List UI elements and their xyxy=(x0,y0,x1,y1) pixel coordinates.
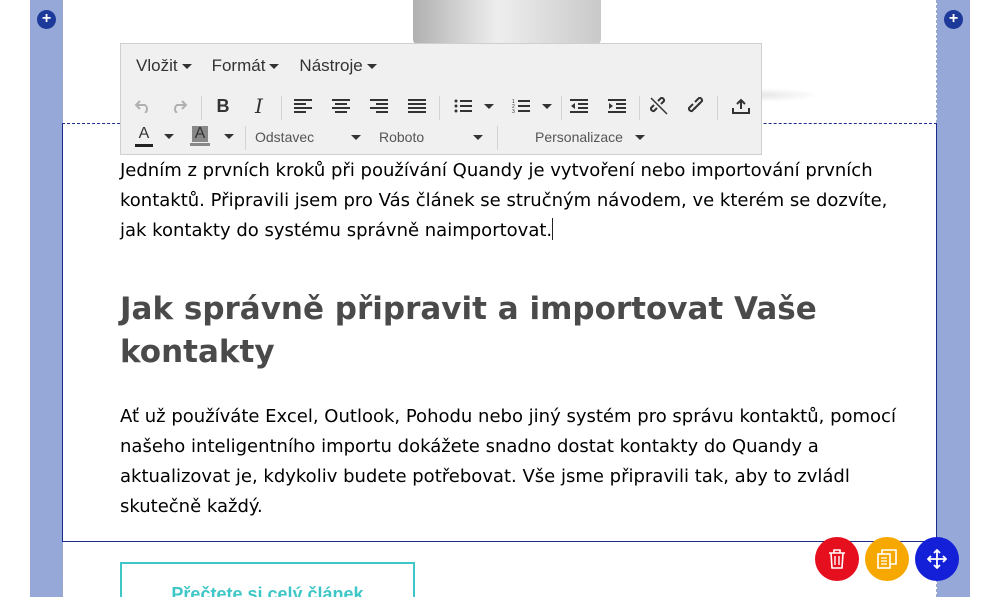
toolbar-divider xyxy=(639,96,640,120)
menu-insert[interactable]: Vložit xyxy=(129,56,199,76)
numbered-list-icon[interactable]: 123 xyxy=(507,92,535,120)
menu-format[interactable]: Formát xyxy=(205,56,287,76)
block-format-value: Odstavec xyxy=(255,129,315,145)
toolbar-divider xyxy=(281,96,282,120)
bullet-list-icon[interactable] xyxy=(449,92,477,120)
bold-icon[interactable]: B xyxy=(209,92,237,120)
add-block-left-icon[interactable]: + xyxy=(37,10,56,29)
block-format-select[interactable]: Odstavec xyxy=(255,124,363,150)
background-color-letter: A xyxy=(191,126,209,142)
upload-icon[interactable] xyxy=(727,92,755,120)
align-center-icon[interactable] xyxy=(327,92,355,120)
article-image xyxy=(413,0,601,45)
toolbar-row-1: B I 123 xyxy=(121,92,761,122)
text-color-button[interactable]: A xyxy=(131,122,157,150)
copy-block-button[interactable] xyxy=(865,537,909,581)
background-color-chevron-down-icon[interactable] xyxy=(221,122,237,150)
toolbar-divider xyxy=(717,96,718,120)
personalize-menu[interactable]: Personalizace xyxy=(535,124,647,150)
toolbar-divider xyxy=(201,96,202,120)
toolbar-row-2: A A Odstavec Roboto Personalizace xyxy=(121,122,761,152)
align-justify-icon[interactable] xyxy=(403,92,431,120)
add-block-right-icon[interactable]: + xyxy=(944,10,963,29)
chevron-down-icon xyxy=(351,135,361,140)
font-family-select[interactable]: Roboto xyxy=(379,124,485,150)
indent-icon[interactable] xyxy=(603,92,631,120)
article-heading[interactable]: Jak správně připravit a importovat Vaše … xyxy=(120,288,820,374)
move-arrows-icon xyxy=(927,549,947,569)
undo-icon[interactable] xyxy=(129,92,157,120)
right-block-strip xyxy=(937,0,970,597)
background-color-button[interactable]: A xyxy=(187,122,213,150)
numbered-list-chevron-down-icon[interactable] xyxy=(539,92,555,120)
toolbar-divider xyxy=(561,96,562,120)
link-icon[interactable] xyxy=(683,92,711,120)
background-color-swatch xyxy=(190,143,210,146)
text-color-swatch xyxy=(135,143,153,147)
editor-menubar: Vložit Formát Nástroje xyxy=(121,44,761,88)
bullet-list-chevron-down-icon[interactable] xyxy=(481,92,497,120)
toolbar-divider xyxy=(245,126,246,150)
paragraph-1[interactable]: Jedním z prvních kroků při používání Qua… xyxy=(120,156,900,246)
copy-icon xyxy=(877,549,897,569)
chevron-down-icon xyxy=(635,135,645,140)
align-left-icon[interactable] xyxy=(289,92,317,120)
editor-toolbar: Vložit Formát Nástroje B I 1 2 3 A A Ods… xyxy=(120,43,762,155)
font-family-value: Roboto xyxy=(379,129,425,145)
trash-icon xyxy=(829,549,845,569)
personalize-label: Personalizace xyxy=(535,129,623,145)
text-color-chevron-down-icon[interactable] xyxy=(161,122,177,150)
redo-icon[interactable] xyxy=(165,92,193,120)
move-block-button[interactable] xyxy=(915,537,959,581)
menu-insert-label: Vložit xyxy=(136,56,178,75)
text-caret xyxy=(552,218,554,240)
toolbar-divider xyxy=(497,126,498,150)
chevron-down-icon xyxy=(366,63,377,69)
paragraph-2[interactable]: Ať už používáte Excel, Outlook, Pohodu n… xyxy=(120,402,910,522)
menu-tools[interactable]: Nástroje xyxy=(292,56,383,76)
chevron-down-icon xyxy=(269,63,280,69)
chevron-down-icon xyxy=(181,63,192,69)
left-block-strip xyxy=(30,0,63,597)
italic-icon[interactable]: I xyxy=(245,92,273,120)
paragraph-1-text: Jedním z prvních kroků při používání Qua… xyxy=(120,160,888,241)
read-article-button[interactable]: Přečtete si celý článek xyxy=(120,562,415,597)
align-right-icon[interactable] xyxy=(365,92,393,120)
menu-format-label: Formát xyxy=(211,56,266,75)
menu-tools-label: Nástroje xyxy=(299,56,363,75)
text-color-letter: A xyxy=(138,124,150,142)
outdent-icon[interactable] xyxy=(565,92,593,120)
unlink-icon[interactable] xyxy=(645,92,673,120)
svg-text:3: 3 xyxy=(512,109,515,114)
delete-block-button[interactable] xyxy=(815,537,859,581)
chevron-down-icon xyxy=(473,135,483,140)
toolbar-divider xyxy=(439,96,440,120)
